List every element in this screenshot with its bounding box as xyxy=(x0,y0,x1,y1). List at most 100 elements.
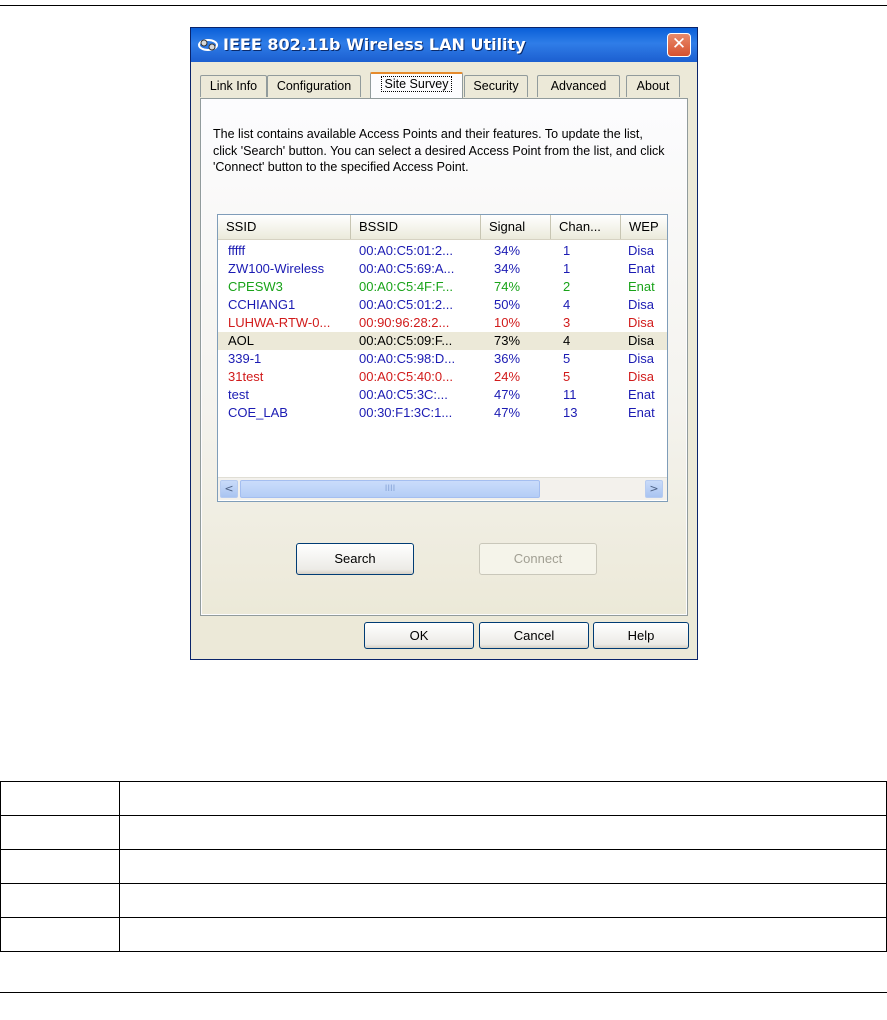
table-cell xyxy=(119,917,887,952)
list-row[interactable]: CCHIANG1 00:A0:C5:01:2... 50% 4 Disa xyxy=(218,296,667,314)
cell-signal: 50% xyxy=(494,297,521,312)
table-row xyxy=(0,781,887,816)
help-button[interactable]: Help xyxy=(593,622,689,649)
cell-signal: 36% xyxy=(494,351,521,366)
cell-bssid: 00:A0:C5:40:0... xyxy=(359,369,453,384)
list-row[interactable]: fffff 00:A0:C5:01:2... 34% 1 Disa xyxy=(218,242,667,260)
cell-channel: 4 xyxy=(563,297,571,312)
list-row[interactable]: CPESW3 00:A0:C5:4F:F... 74% 2 Enat xyxy=(218,278,667,296)
cell-ssid: LUHWA-RTW-0... xyxy=(228,315,331,330)
cell-ssid: CPESW3 xyxy=(228,279,283,294)
cell-wep: Disa xyxy=(628,369,655,384)
list-row[interactable]: LUHWA-RTW-0... 00:90:96:28:2... 10% 3 Disa xyxy=(218,314,667,332)
connect-button[interactable]: Connect xyxy=(479,543,597,575)
scroll-right-arrow-icon[interactable]: > xyxy=(645,480,663,498)
cell-ssid: ZW100-Wireless xyxy=(228,261,325,276)
horizontal-scrollbar[interactable]: < IIII > xyxy=(218,477,667,500)
table-cell xyxy=(0,781,120,816)
cell-wep: Disa xyxy=(628,351,655,366)
scroll-left-arrow-icon[interactable]: < xyxy=(220,480,238,498)
table-cell xyxy=(119,849,887,884)
ok-button[interactable]: OK xyxy=(364,622,474,649)
cell-channel: 1 xyxy=(563,243,571,258)
column-header-ssid[interactable]: SSID xyxy=(218,215,351,239)
close-button[interactable]: ✕ xyxy=(667,33,691,57)
tab-site-survey[interactable]: Site Survey xyxy=(370,72,463,98)
column-header-wep[interactable]: WEP xyxy=(621,215,667,239)
access-point-list[interactable]: SSID BSSID Signal Chan... WEP fffff 00:A0… xyxy=(217,214,668,502)
utility-window: IEEE 802.11b Wireless LAN Utility ✕ Link… xyxy=(190,27,698,660)
document-table xyxy=(0,781,887,952)
table-cell xyxy=(119,815,887,850)
cell-channel: 3 xyxy=(563,315,571,330)
cell-bssid: 00:A0:C5:01:2... xyxy=(359,243,453,258)
list-row[interactable]: 31test 00:A0:C5:40:0... 24% 5 Disa xyxy=(218,368,667,386)
table-cell xyxy=(0,883,120,918)
cell-ssid: fffff xyxy=(228,243,246,258)
column-header-bssid[interactable]: BSSID xyxy=(351,215,481,239)
scroll-thumb[interactable]: IIII xyxy=(240,480,540,498)
list-header: SSID BSSID Signal Chan... WEP xyxy=(218,215,667,240)
cell-bssid: 00:90:96:28:2... xyxy=(359,315,450,330)
search-button[interactable]: Search xyxy=(296,543,414,575)
window-title: IEEE 802.11b Wireless LAN Utility xyxy=(223,35,526,54)
table-row xyxy=(0,917,887,952)
page-bottom-rule xyxy=(0,992,887,993)
cell-channel: 5 xyxy=(563,351,571,366)
cell-signal: 10% xyxy=(494,315,521,330)
cell-bssid: 00:A0:C5:09:F... xyxy=(359,333,453,348)
list-row[interactable]: AOL 00:A0:C5:09:F... 73% 4 Disa xyxy=(218,332,667,350)
table-row xyxy=(0,883,887,918)
cell-signal: 47% xyxy=(494,405,521,420)
cell-ssid: AOL xyxy=(228,333,255,348)
cell-signal: 34% xyxy=(494,243,521,258)
cell-wep: Enat xyxy=(628,387,655,402)
tab-configuration[interactable]: Configuration xyxy=(267,75,361,97)
table-row xyxy=(0,849,887,884)
table-row xyxy=(0,815,887,850)
cell-ssid: 339-1 xyxy=(228,351,262,366)
cell-ssid: COE_LAB xyxy=(228,405,288,420)
cell-bssid: 00:A0:C5:98:D... xyxy=(359,351,456,366)
column-header-signal[interactable]: Signal xyxy=(481,215,551,239)
cell-ssid: CCHIANG1 xyxy=(228,297,296,312)
wireless-app-icon xyxy=(198,39,218,51)
tab-security[interactable]: Security xyxy=(464,75,528,97)
cell-channel: 5 xyxy=(563,369,571,384)
document-table-body xyxy=(0,781,887,952)
site-survey-description: The list contains available Access Point… xyxy=(213,127,665,174)
cell-bssid: 00:A0:C5:69:A... xyxy=(359,261,455,276)
tab-link-info[interactable]: Link Info xyxy=(200,75,267,97)
cell-channel: 2 xyxy=(563,279,571,294)
cell-signal: 34% xyxy=(494,261,521,276)
title-bar[interactable]: IEEE 802.11b Wireless LAN Utility ✕ xyxy=(191,28,697,62)
column-header-channel[interactable]: Chan... xyxy=(551,215,621,239)
cell-wep: Disa xyxy=(628,333,655,348)
cell-signal: 24% xyxy=(494,369,521,384)
table-cell xyxy=(119,781,887,816)
cell-bssid: 00:30:F1:3C:1... xyxy=(359,405,453,420)
list-row[interactable]: COE_LAB 00:30:F1:3C:1... 47% 13 Enat xyxy=(218,404,667,422)
table-cell xyxy=(0,917,120,952)
cell-signal: 47% xyxy=(494,387,521,402)
cell-wep: Disa xyxy=(628,315,655,330)
cell-ssid: 31test xyxy=(228,369,264,384)
cell-wep: Enat xyxy=(628,279,655,294)
tab-advanced[interactable]: Advanced xyxy=(537,75,620,97)
cell-channel: 11 xyxy=(563,387,577,402)
cell-wep: Disa xyxy=(628,243,655,258)
page-top-rule xyxy=(0,5,887,6)
cancel-button[interactable]: Cancel xyxy=(479,622,589,649)
cell-wep: Enat xyxy=(628,405,655,420)
cell-channel: 1 xyxy=(563,261,571,276)
table-cell xyxy=(0,849,120,884)
list-row[interactable]: 339-1 00:A0:C5:98:D... 36% 5 Disa xyxy=(218,350,667,368)
cell-channel: 13 xyxy=(563,405,578,420)
tab-about[interactable]: About xyxy=(626,75,680,97)
table-cell xyxy=(0,815,120,850)
cell-bssid: 00:A0:C5:01:2... xyxy=(359,297,453,312)
table-cell xyxy=(119,883,887,918)
list-row[interactable]: test 00:A0:C5:3C:... 47% 11 Enat xyxy=(218,386,667,404)
list-row[interactable]: ZW100-Wireless 00:A0:C5:69:A... 34% 1 Enat xyxy=(218,260,667,278)
cell-ssid: test xyxy=(228,387,249,402)
